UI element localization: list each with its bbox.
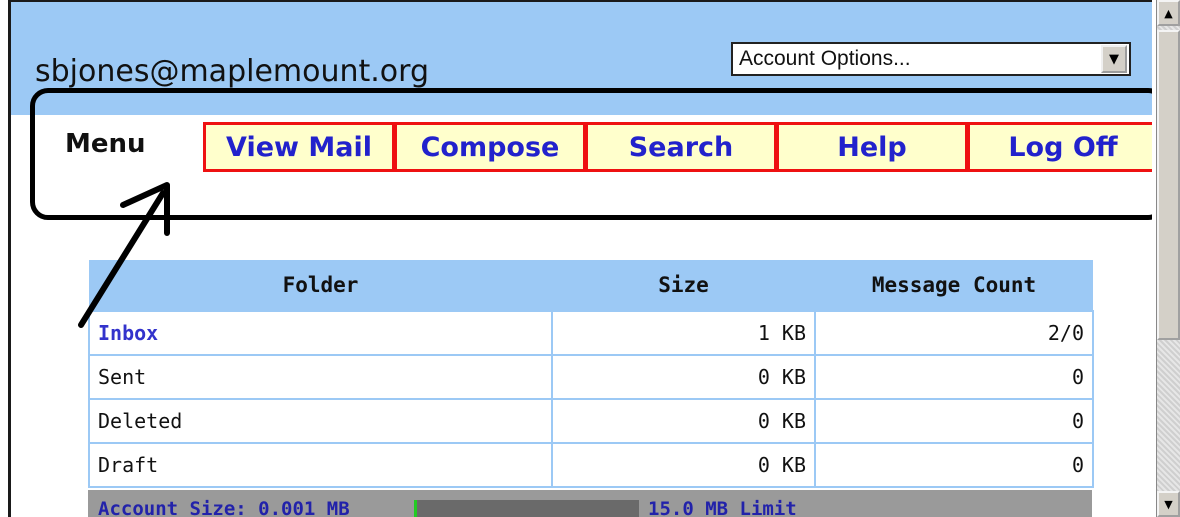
folder-name-deleted: Deleted: [88, 398, 553, 444]
folder-message-count: 0: [814, 442, 1094, 488]
table-row: Sent 0 KB 0: [88, 354, 1094, 400]
annotation-arrow: [78, 182, 170, 328]
folder-message-count: 0: [814, 354, 1094, 400]
column-header-message-count: Message Count: [815, 260, 1093, 311]
account-options-select[interactable]: Account Options... ▼: [731, 42, 1131, 76]
table-row: Draft 0 KB 0: [88, 442, 1094, 488]
vertical-scrollbar[interactable]: ▲ ▼: [1156, 0, 1180, 517]
folder-size: 0 KB: [551, 442, 816, 488]
webmail-frame: sbjones@maplemount.org Account Options..…: [8, 0, 1152, 517]
quota-meter: [414, 500, 639, 517]
account-size-label: Account Size: 0.001 MB: [98, 498, 350, 517]
quota-limit-label: 15.0 MB Limit: [648, 498, 797, 517]
table-row: Deleted 0 KB 0: [88, 398, 1094, 444]
quota-bar: Account Size: 0.001 MB 15.0 MB Limit: [88, 490, 1092, 517]
scroll-thumb[interactable]: [1157, 30, 1180, 340]
folder-name-sent: Sent: [88, 354, 553, 400]
folder-name-draft: Draft: [88, 442, 553, 488]
folder-size: 0 KB: [551, 354, 816, 400]
arrow-up-icon[interactable]: ▲: [1157, 0, 1180, 26]
folder-size: 1 KB: [551, 310, 816, 356]
chevron-down-icon[interactable]: ▼: [1101, 45, 1127, 73]
folder-size: 0 KB: [551, 398, 816, 444]
folder-message-count: 2/0: [814, 310, 1094, 356]
annotation-highlight-box: [30, 88, 1152, 220]
account-email: sbjones@maplemount.org: [35, 54, 430, 89]
folder-message-count: 0: [814, 398, 1094, 444]
folder-table: Folder Size Message Count Inbox 1 KB 2/0…: [88, 260, 1094, 488]
table-header-row: Folder Size Message Count: [89, 260, 1093, 311]
table-row: Inbox 1 KB 2/0: [88, 310, 1094, 356]
arrow-down-icon[interactable]: ▼: [1157, 491, 1180, 517]
account-options-label: Account Options...: [739, 47, 911, 70]
column-header-size: Size: [552, 260, 815, 311]
